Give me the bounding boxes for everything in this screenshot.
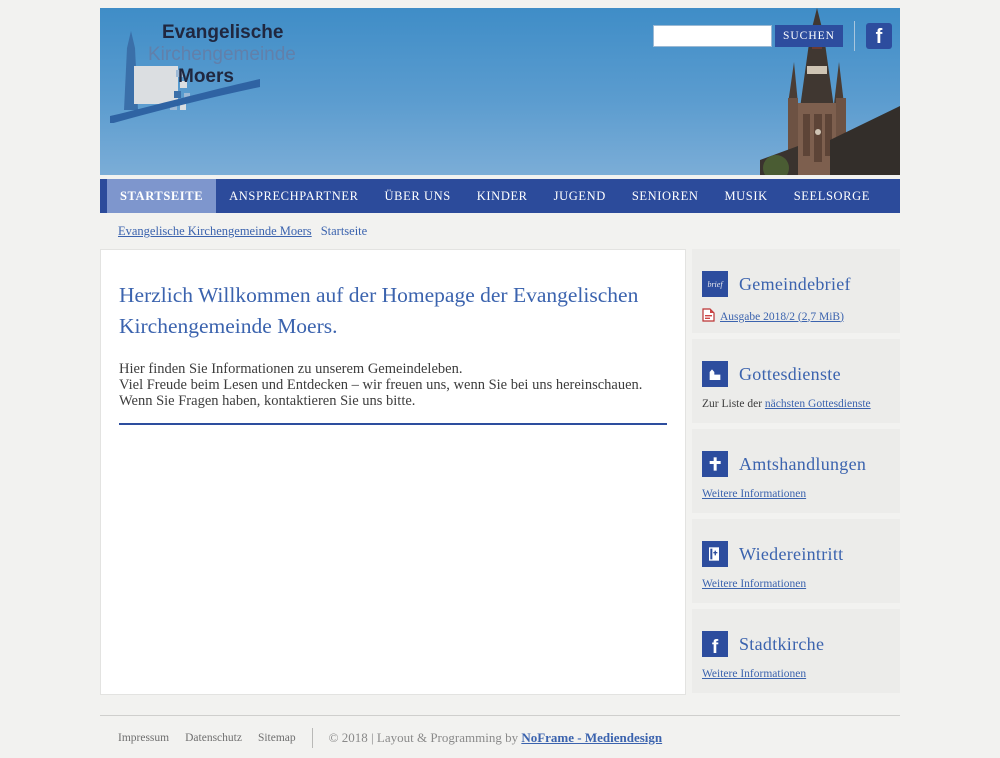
sidebar-box-link-row: Weitere Informationen — [702, 488, 890, 500]
facebook-icon[interactable]: f — [866, 23, 892, 49]
footer-vertical-divider — [312, 728, 313, 748]
breadcrumb-home-link[interactable]: Evangelische Kirchengemeinde Moers — [118, 224, 312, 238]
nav-item-kinder[interactable]: KINDER — [464, 179, 541, 213]
search-input[interactable] — [653, 25, 772, 47]
logo-line-2: Kirchengemeinde — [148, 44, 296, 66]
sidebar-link[interactable]: Weitere Informationen — [702, 488, 806, 500]
intro-paragraphs: Hier finden Sie Informationen zu unserem… — [119, 361, 667, 409]
breadcrumb-current: Startseite — [321, 224, 368, 238]
sidebar-box-link-row: Weitere Informationen — [702, 578, 890, 590]
sidebar-link-prefix: Zur Liste der — [702, 398, 765, 410]
intro-paragraph: Wenn Sie Fragen haben, kontaktieren Sie … — [119, 393, 667, 409]
intro-paragraph: Hier finden Sie Informationen zu unserem… — [119, 361, 667, 377]
site-header: Evangelische Kirchengemeinde Moers SUCHE… — [100, 8, 900, 175]
sidebar-box-gottesdienste: Gottesdienste Zur Liste der nächsten Gott… — [692, 339, 900, 423]
copyright: © 2018 | Layout & Programming by NoFrame… — [329, 730, 662, 746]
page-title: Herzlich Willkommen auf der Homepage der… — [119, 280, 667, 341]
footer-link-sitemap[interactable]: Sitemap — [258, 732, 296, 744]
copyright-text: © 2018 | Layout & Programming by — [329, 730, 522, 745]
main-row: Herzlich Willkommen auf der Homepage der… — [100, 249, 900, 699]
sidebar: brief Gemeindebrief Ausgabe 2018/2 (2,7 Mi… — [692, 249, 900, 699]
sidebar-box-title: Amtshandlungen — [739, 454, 866, 475]
sidebar-box-gemeindebrief: brief Gemeindebrief Ausgabe 2018/2 (2,7 Mi… — [692, 249, 900, 333]
sidebar-box-title: Gemeindebrief — [739, 274, 851, 295]
main-content: Herzlich Willkommen auf der Homepage der… — [100, 249, 686, 695]
site-logo[interactable]: Evangelische Kirchengemeinde Moers — [108, 16, 408, 126]
search-area: SUCHEN f — [653, 21, 892, 51]
sidebar-box-amtshandlungen: Amtshandlungen Weitere Informationen — [692, 429, 900, 513]
footer-link-impressum[interactable]: Impressum — [118, 732, 169, 744]
nav-item-startseite[interactable]: STARTSEITE — [107, 179, 216, 213]
footer: Impressum Datenschutz Sitemap © 2018 | Lay… — [100, 716, 900, 748]
logo-text: Evangelische Kirchengemeinde Moers — [134, 22, 296, 88]
nav-item-musik[interactable]: MUSIK — [711, 179, 780, 213]
nav-item-jugend[interactable]: JUGEND — [541, 179, 619, 213]
pdf-icon — [702, 308, 720, 325]
header-divider — [854, 21, 855, 51]
sidebar-link[interactable]: Ausgabe 2018/2 (2,7 MiB) — [720, 311, 844, 323]
nav-item-über-uns[interactable]: ÜBER UNS — [372, 179, 464, 213]
nav-item-seelsorge[interactable]: SEELSORGE — [781, 179, 883, 213]
page-wrapper: Evangelische Kirchengemeinde Moers SUCHE… — [100, 8, 900, 748]
sidebar-link[interactable]: Weitere Informationen — [702, 578, 806, 590]
footer-link-datenschutz[interactable]: Datenschutz — [185, 732, 242, 744]
nav-item-senioren[interactable]: SENIOREN — [619, 179, 712, 213]
sidebar-box-wiedereintritt: Wiedereintritt Weitere Informationen — [692, 519, 900, 603]
facebook-icon: f — [702, 631, 728, 657]
breadcrumb: Evangelische Kirchengemeinde Moers Starts… — [100, 213, 900, 249]
door-icon — [702, 541, 728, 567]
credit-link[interactable]: NoFrame - Mediendesign — [521, 730, 662, 745]
footer-links: Impressum Datenschutz Sitemap — [118, 732, 296, 744]
sidebar-link[interactable]: nächsten Gottesdienste — [765, 398, 871, 410]
search-button[interactable]: SUCHEN — [775, 25, 843, 47]
sidebar-box-link-row: Ausgabe 2018/2 (2,7 MiB) — [702, 308, 890, 325]
sidebar-box-title: Wiedereintritt — [739, 544, 843, 565]
content-divider — [119, 423, 667, 425]
sidebar-box-title: Gottesdienste — [739, 364, 841, 385]
logo-line-1: Evangelische — [162, 22, 296, 44]
sidebar-box-link-row: Zur Liste der nächsten Gottesdienste — [702, 398, 890, 410]
sidebar-box-title: Stadtkirche — [739, 634, 824, 655]
main-nav: STARTSEITEANSPRECHPARTNERÜBER UNSKINDERJ… — [100, 179, 900, 213]
church-icon — [702, 361, 728, 387]
nav-item-ansprechpartner[interactable]: ANSPRECHPARTNER — [216, 179, 371, 213]
sidebar-link[interactable]: Weitere Informationen — [702, 668, 806, 680]
cross-icon — [702, 451, 728, 477]
logo-line-3: Moers — [178, 66, 296, 88]
sidebar-box-stadtkirche: f Stadtkirche Weitere Informationen — [692, 609, 900, 693]
brief-icon: brief — [702, 271, 728, 297]
sidebar-box-link-row: Weitere Informationen — [702, 668, 890, 680]
intro-paragraph: Viel Freude beim Lesen und Entdecken – w… — [119, 377, 667, 393]
